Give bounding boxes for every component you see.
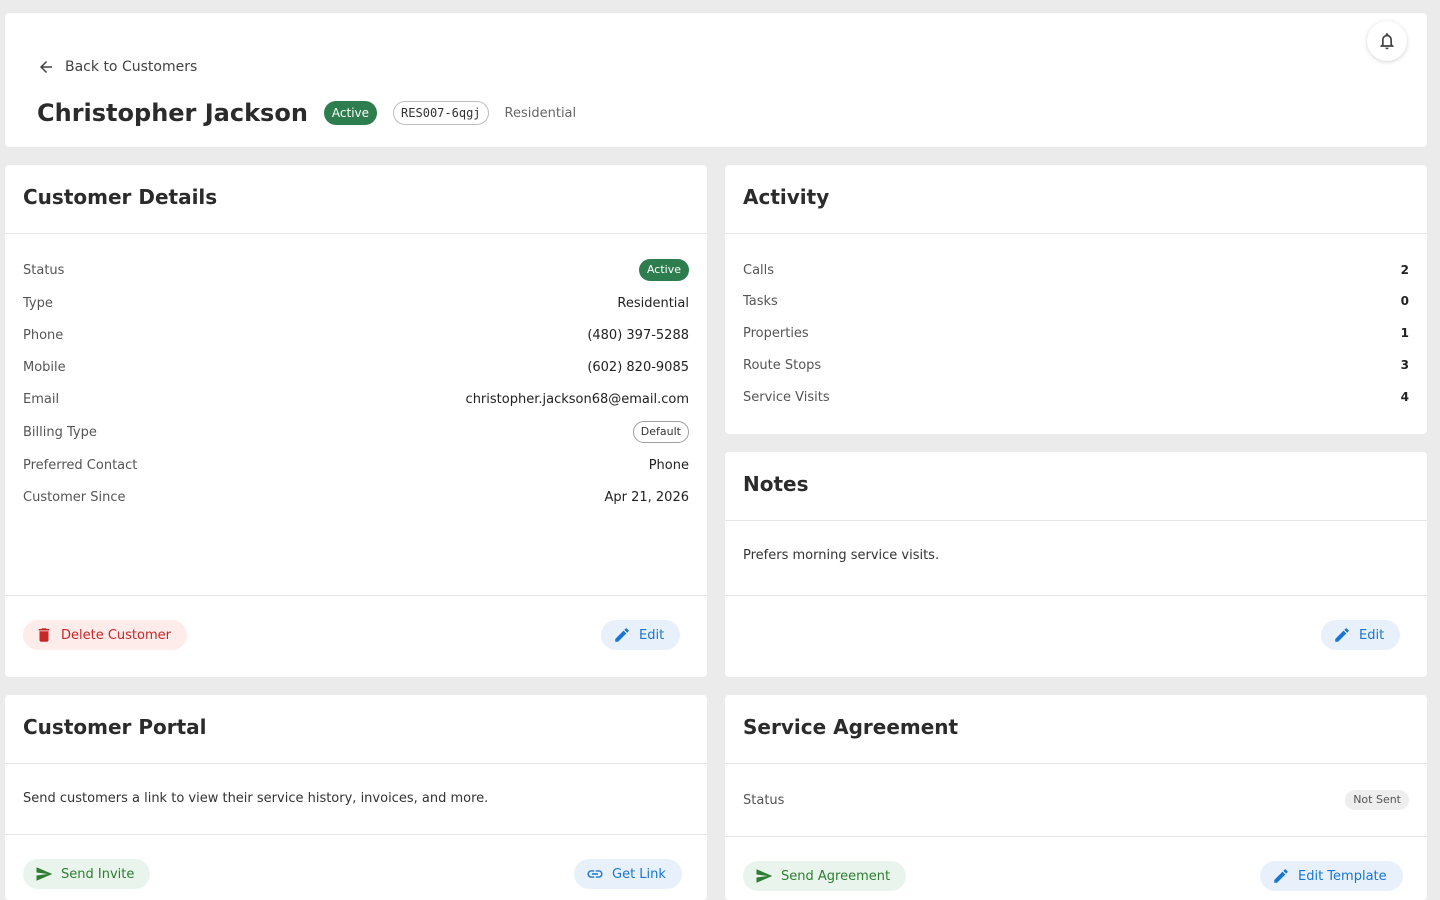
status-badge: Active — [323, 101, 378, 125]
detail-label: Billing Type — [23, 424, 97, 440]
detail-label: Type — [23, 295, 53, 311]
portal-description: Send customers a link to view their serv… — [23, 791, 489, 806]
notes-title: Notes — [743, 472, 809, 496]
activity-row-route-stops: Route Stops 3 — [743, 353, 1409, 377]
send-agreement-button[interactable]: Send Agreement — [743, 861, 907, 891]
billing-type-badge: Default — [632, 421, 689, 443]
service-agreement-title: Service Agreement — [743, 715, 959, 739]
pencil-icon — [615, 628, 629, 642]
activity-label: Service Visits — [743, 389, 830, 405]
delete-customer-button[interactable]: Delete Customer — [23, 620, 187, 650]
detail-label: Email — [23, 391, 60, 407]
activity-count: 0 — [1400, 294, 1409, 308]
divider — [725, 763, 1427, 764]
activity-label: Properties — [743, 325, 809, 341]
detail-value: Apr 21, 2026 — [604, 489, 689, 505]
activity-card: Activity Calls 2 Tasks 0 Properties 1 Ro… — [725, 165, 1427, 434]
detail-row-status: Status Active — [23, 258, 689, 282]
service-agreement-card: Service Agreement Status Not Sent Send A… — [725, 695, 1427, 900]
activity-row-properties: Properties 1 — [743, 321, 1409, 345]
detail-row-type: Type Residential — [23, 291, 689, 315]
status-badge: Active — [638, 259, 689, 281]
send-icon — [36, 867, 53, 881]
back-to-customers-link[interactable]: Back to Customers — [37, 58, 197, 76]
detail-label: Status — [23, 262, 65, 278]
pencil-icon — [1274, 869, 1288, 883]
agreement-status-label: Status — [743, 792, 785, 808]
divider — [725, 595, 1427, 596]
edit-details-button[interactable]: Edit — [601, 620, 681, 650]
activity-row-calls: Calls 2 — [743, 258, 1409, 282]
notes-text: Prefers morning service visits. — [743, 548, 940, 563]
notifications-button[interactable] — [1367, 21, 1407, 61]
activity-label: Tasks — [743, 293, 778, 309]
send-icon — [756, 869, 773, 883]
customer-id-badge: RES007-6qgj — [393, 101, 489, 125]
send-agreement-label: Send Agreement — [781, 868, 891, 884]
customer-portal-title: Customer Portal — [23, 715, 207, 739]
edit-template-button[interactable]: Edit Template — [1260, 861, 1403, 891]
detail-row-billing-type: Billing Type Default — [23, 420, 689, 444]
customer-type-label: Residential — [504, 105, 577, 121]
activity-count: 1 — [1400, 326, 1409, 340]
detail-row-mobile: Mobile (602) 820-9085 — [23, 355, 689, 379]
detail-row-phone: Phone (480) 397-5288 — [23, 323, 689, 347]
agreement-status-badge: Not Sent — [1345, 790, 1409, 810]
page-title: Christopher Jackson — [37, 99, 308, 127]
customer-details-card: Customer Details Status Active Type Resi… — [5, 165, 707, 677]
pencil-icon — [1335, 628, 1349, 642]
detail-value: Phone — [648, 457, 689, 473]
send-invite-label: Send Invite — [61, 866, 135, 882]
divider — [725, 836, 1427, 837]
activity-row-service-visits: Service Visits 4 — [743, 385, 1409, 409]
detail-value: christopher.jackson68@email.com — [465, 391, 689, 407]
activity-count: 4 — [1400, 390, 1409, 404]
detail-label: Preferred Contact — [23, 457, 138, 473]
edit-notes-button[interactable]: Edit — [1321, 620, 1401, 650]
divider — [5, 595, 707, 596]
divider — [5, 834, 707, 835]
link-icon — [587, 870, 603, 878]
activity-label: Route Stops — [743, 357, 822, 373]
delete-customer-label: Delete Customer — [61, 627, 171, 643]
detail-row-customer-since: Customer Since Apr 21, 2026 — [23, 485, 689, 509]
detail-label: Customer Since — [23, 489, 126, 505]
divider — [5, 763, 707, 764]
back-link-label: Back to Customers — [65, 59, 198, 75]
send-invite-button[interactable]: Send Invite — [23, 859, 151, 889]
edit-notes-label: Edit — [1359, 627, 1385, 643]
edit-details-label: Edit — [639, 627, 665, 643]
notes-card: Notes Prefers morning service visits. Ed… — [725, 452, 1427, 677]
detail-value: (480) 397-5288 — [587, 327, 689, 343]
divider — [5, 233, 707, 234]
arrow-left-icon — [40, 61, 52, 73]
get-link-label: Get Link — [612, 866, 666, 882]
detail-value: Residential — [617, 295, 689, 311]
customer-portal-card: Customer Portal Send customers a link to… — [5, 695, 707, 900]
get-link-button[interactable]: Get Link — [574, 859, 682, 889]
detail-value: (602) 820-9085 — [587, 359, 689, 375]
activity-title: Activity — [743, 185, 830, 209]
divider — [725, 520, 1427, 521]
detail-row-email: Email christopher.jackson68@email.com — [23, 387, 689, 411]
activity-count: 3 — [1400, 358, 1409, 372]
detail-label: Phone — [23, 327, 64, 343]
activity-row-tasks: Tasks 0 — [743, 289, 1409, 313]
activity-label: Calls — [743, 262, 775, 278]
trash-icon — [38, 628, 50, 642]
agreement-status-row: Status Not Sent — [743, 788, 1409, 812]
customer-details-title: Customer Details — [23, 185, 218, 209]
edit-template-label: Edit Template — [1298, 868, 1387, 884]
activity-count: 2 — [1400, 263, 1409, 277]
detail-label: Mobile — [23, 359, 66, 375]
bell-icon — [1380, 33, 1394, 50]
detail-row-preferred-contact: Preferred Contact Phone — [23, 453, 689, 477]
divider — [725, 233, 1427, 234]
customer-header: Back to Customers Christopher Jackson Ac… — [5, 13, 1427, 147]
